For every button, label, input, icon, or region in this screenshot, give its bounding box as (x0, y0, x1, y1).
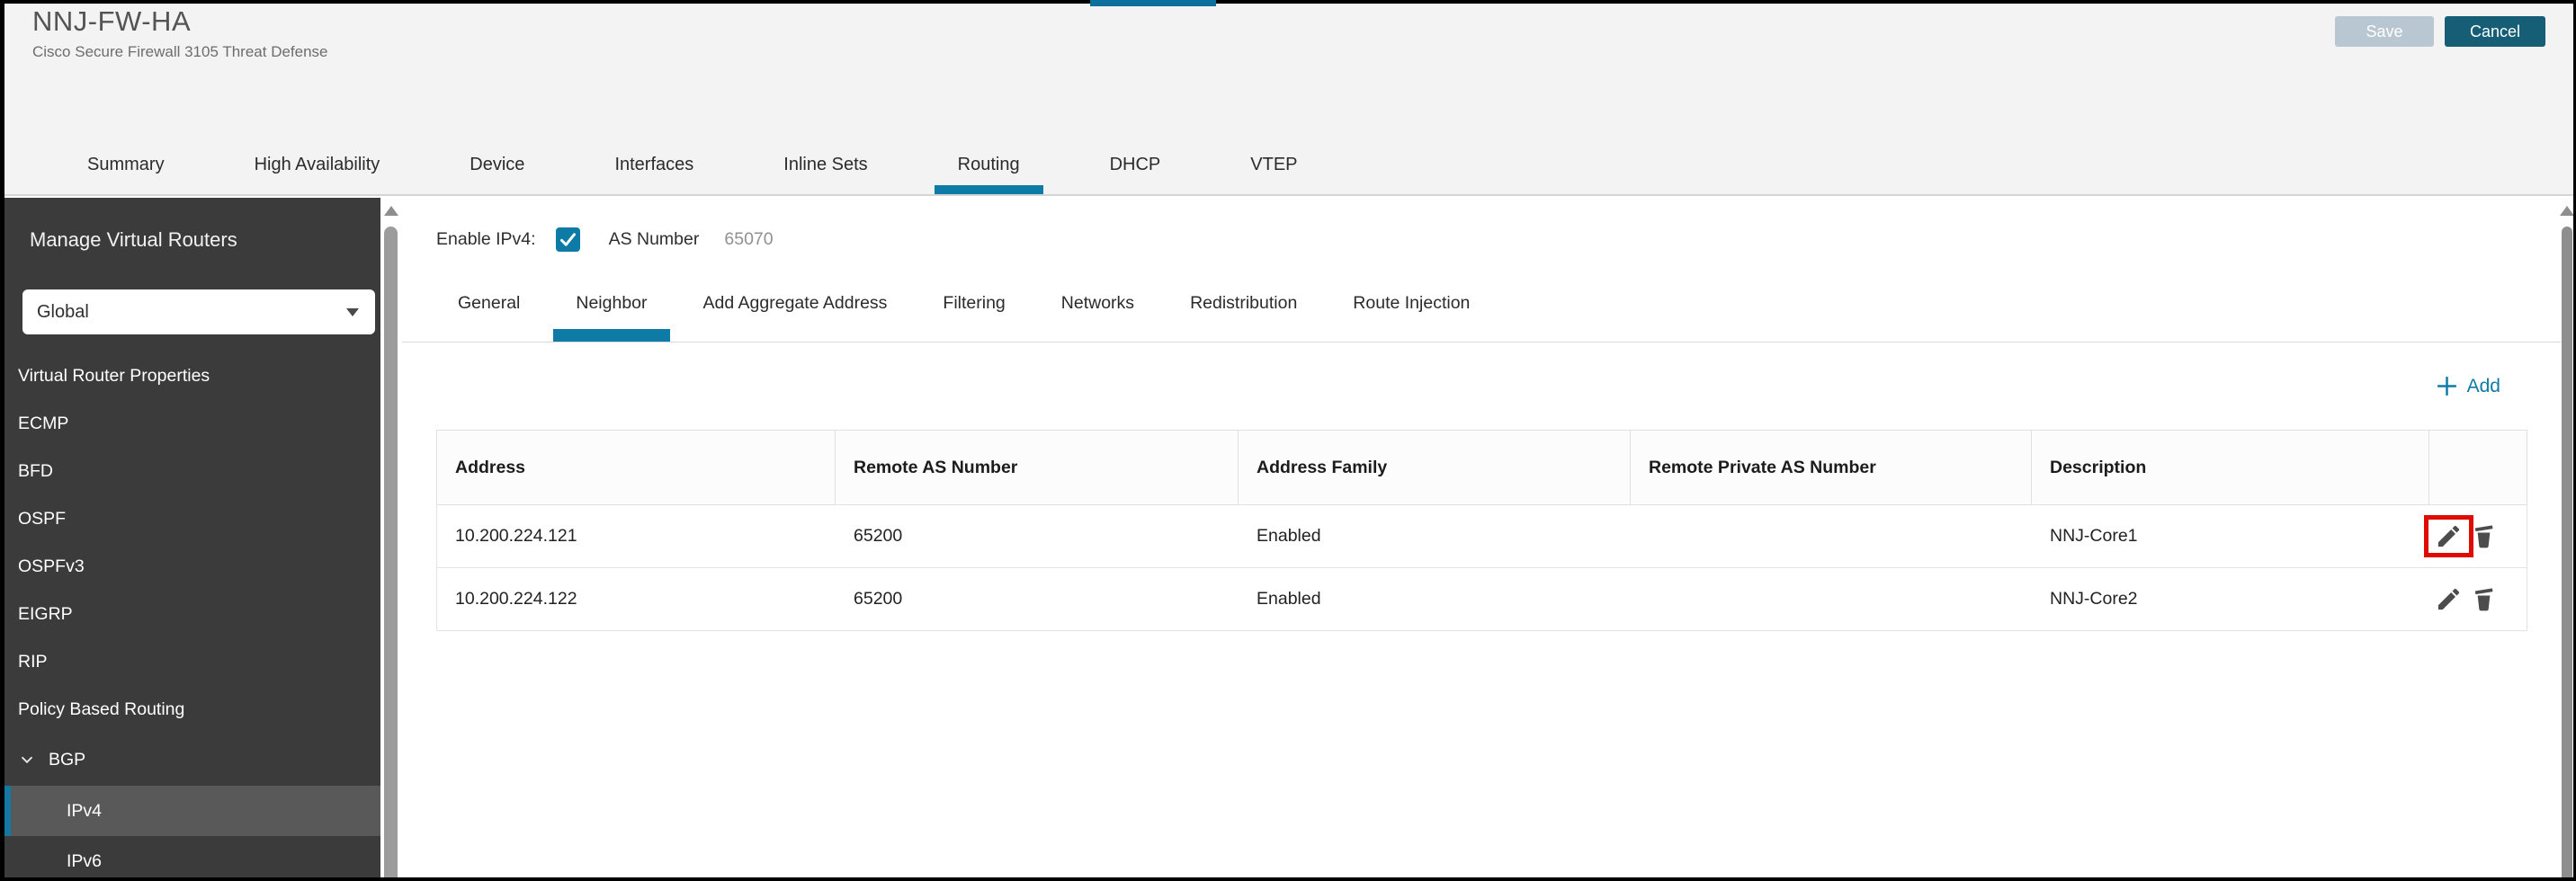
enable-ipv4-checkbox[interactable] (556, 227, 580, 252)
enable-ipv4-label: Enable IPv4: (436, 229, 536, 250)
tab-inline-sets[interactable]: Inline Sets (783, 135, 867, 194)
screenshot-top-border (0, 0, 2576, 4)
cell-description: NNJ-Core1 (2032, 505, 2429, 567)
checkmark-icon (559, 230, 577, 249)
table-row: 10.200.224.121 65200 Enabled NNJ-Core1 (436, 505, 2527, 568)
browser-accent-strip (1090, 0, 1216, 6)
cell-address-family: Enabled (1239, 568, 1631, 630)
cell-address: 10.200.224.121 (437, 505, 836, 567)
enable-ipv4-row: Enable IPv4: AS Number 65070 (436, 223, 774, 255)
triangle-up-icon[interactable] (2560, 206, 2574, 216)
cell-address: 10.200.224.122 (437, 568, 836, 630)
sidebar-scrollbar-thumb[interactable] (384, 227, 398, 877)
bgp-ipv4-panel: Enable IPv4: AS Number 65070 General Nei… (402, 198, 2561, 877)
sidebar-scrollbar (380, 198, 402, 877)
sidebar-item-bgp-label: BGP (49, 750, 85, 770)
annotation-highlight-box (2424, 515, 2473, 557)
trash-icon[interactable] (2470, 522, 2498, 550)
plus-icon (2435, 374, 2459, 398)
add-neighbor-button[interactable]: Add (2435, 374, 2500, 398)
column-header-actions (2429, 431, 2527, 504)
sidebar-item-ospf[interactable]: OSPF (4, 495, 380, 543)
chevron-down-icon (17, 750, 37, 770)
tab-dhcp[interactable]: DHCP (1110, 135, 1161, 194)
sidebar-item-bfd[interactable]: BFD (4, 448, 380, 495)
cell-actions (2429, 505, 2527, 567)
neighbor-table: Address Remote AS Number Address Family … (436, 430, 2527, 631)
screenshot-left-border (0, 0, 4, 881)
main-scrollbar (2561, 198, 2573, 877)
sidebar-heading: Manage Virtual Routers (30, 228, 237, 252)
cancel-button[interactable]: Cancel (2445, 16, 2545, 47)
tab-vtep[interactable]: VTEP (1250, 135, 1297, 194)
routing-sidebar: Manage Virtual Routers Global Virtual Ro… (4, 198, 380, 877)
tab-interfaces[interactable]: Interfaces (614, 135, 693, 194)
cell-remote-as-number: 65200 (836, 568, 1239, 630)
triangle-up-icon[interactable] (384, 206, 398, 216)
caret-down-icon (346, 308, 359, 316)
column-header-remote-private-as-number: Remote Private AS Number (1631, 431, 2032, 504)
device-model-subtitle: Cisco Secure Firewall 3105 Threat Defens… (32, 43, 328, 61)
cell-actions (2429, 568, 2527, 630)
subtab-route-injection[interactable]: Route Injection (1353, 275, 1470, 342)
as-number-value: 65070 (724, 229, 773, 250)
sidebar-item-bgp[interactable]: BGP (4, 734, 380, 786)
cell-remote-private-as-number (1631, 568, 2032, 630)
subtab-networks[interactable]: Networks (1061, 275, 1134, 342)
tab-summary[interactable]: Summary (87, 135, 165, 194)
screenshot-bottom-border (0, 877, 2576, 881)
subtab-filtering[interactable]: Filtering (943, 275, 1005, 342)
column-header-remote-as-number: Remote AS Number (836, 431, 1239, 504)
tab-high-availability[interactable]: High Availability (255, 135, 380, 194)
virtual-router-select-value: Global (37, 302, 89, 323)
page-title: NNJ-FW-HA (32, 5, 191, 38)
column-header-address-family: Address Family (1239, 431, 1631, 504)
subtab-neighbor[interactable]: Neighbor (576, 275, 647, 342)
device-tab-bar: Summary High Availability Device Interfa… (4, 135, 2573, 196)
subtab-redistribution[interactable]: Redistribution (1190, 275, 1297, 342)
subtab-general[interactable]: General (458, 275, 520, 342)
pencil-icon[interactable] (2435, 585, 2463, 613)
cell-address-family: Enabled (1239, 505, 1631, 567)
trash-icon[interactable] (2470, 585, 2498, 613)
column-header-address: Address (437, 431, 836, 504)
main-scrollbar-thumb[interactable] (2562, 227, 2572, 877)
sidebar-item-bgp-ipv6[interactable]: IPv6 (4, 836, 380, 877)
bgp-subtab-bar: General Neighbor Add Aggregate Address F… (402, 275, 2561, 343)
sidebar-nav: Virtual Router Properties ECMP BFD OSPF … (4, 352, 380, 877)
neighbor-table-header: Address Remote AS Number Address Family … (436, 430, 2527, 505)
add-button-label: Add (2467, 376, 2500, 397)
table-row: 10.200.224.122 65200 Enabled NNJ-Core2 (436, 568, 2527, 631)
sidebar-item-bgp-ipv4[interactable]: IPv4 (4, 786, 380, 836)
subtab-add-aggregate-address[interactable]: Add Aggregate Address (703, 275, 888, 342)
as-number-label: AS Number (609, 229, 700, 250)
tab-routing[interactable]: Routing (958, 135, 1020, 194)
sidebar-item-ospfv3[interactable]: OSPFv3 (4, 543, 380, 591)
sidebar-item-eigrp[interactable]: EIGRP (4, 591, 380, 638)
cell-remote-as-number: 65200 (836, 505, 1239, 567)
sidebar-item-policy-based-routing[interactable]: Policy Based Routing (4, 686, 380, 734)
cell-remote-private-as-number (1631, 505, 2032, 567)
sidebar-item-rip[interactable]: RIP (4, 638, 380, 686)
cell-description: NNJ-Core2 (2032, 568, 2429, 630)
device-header: NNJ-FW-HA Cisco Secure Firewall 3105 Thr… (4, 4, 2573, 135)
column-header-description: Description (2032, 431, 2429, 504)
sidebar-item-virtual-router-properties[interactable]: Virtual Router Properties (4, 352, 380, 400)
tab-device[interactable]: Device (470, 135, 524, 194)
save-button[interactable]: Save (2335, 16, 2434, 47)
sidebar-item-ecmp[interactable]: ECMP (4, 400, 380, 448)
virtual-router-select[interactable]: Global (22, 289, 375, 334)
